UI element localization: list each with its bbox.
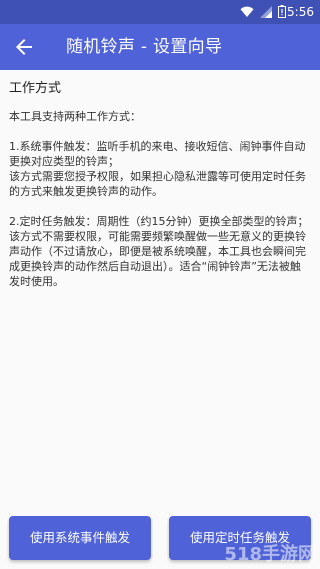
watermark: 518手游网: [224, 544, 316, 565]
wifi-icon: [240, 6, 254, 17]
signal-icon: [260, 5, 272, 18]
section-title: 工作方式: [9, 81, 62, 96]
intro-text: 本工具支持两种工作方式：: [9, 110, 141, 123]
status-bar: 5:56: [0, 0, 320, 24]
mode2-block: 2.定时任务触发：周期性（约15分钟）更换全部类型的铃声； 该方式不需要权限，可…: [9, 214, 311, 289]
mode2-description: 2.定时任务触发：周期性（约15分钟）更换全部类型的铃声；: [9, 215, 309, 228]
status-time: 5:56: [287, 5, 314, 19]
arrow-back-icon[interactable]: [12, 35, 36, 59]
system-event-trigger-button[interactable]: 使用系统事件触发: [9, 516, 151, 560]
page-title: 随机铃声 - 设置向导: [66, 37, 223, 57]
app-bar: 随机铃声 - 设置向导: [0, 24, 320, 70]
status-icons: [240, 5, 286, 18]
mode2-note: 该方式不需要权限，可能需要频繁唤醒做一些无意义的更换铃声动作（不过请放心，即便是…: [9, 230, 306, 288]
battery-icon: [278, 5, 286, 18]
mode1-block: 1.系统事件触发：监听手机的来电、接收短信、闹钟事件自动更换对应类型的铃声； 该…: [9, 139, 311, 199]
mode1-note: 该方式需要您授予权限，如果担心隐私泄露等可使用定时任务的方式来触发更换铃声的动作…: [9, 170, 306, 198]
mode1-description: 1.系统事件触发：监听手机的来电、接收短信、闹钟事件自动更换对应类型的铃声；: [9, 140, 306, 168]
content-area: 工作方式 本工具支持两种工作方式： 1.系统事件触发：监听手机的来电、接收短信、…: [9, 80, 311, 304]
